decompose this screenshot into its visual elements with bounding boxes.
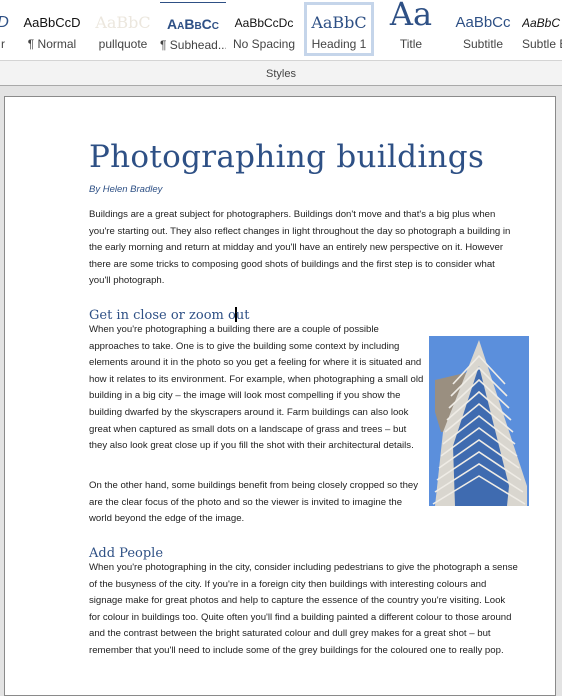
style-tile-normal[interactable]: AaBbCcD ¶ Normal (18, 2, 86, 56)
style-preview: AaBbCc (455, 14, 511, 31)
style-label: ¶ Subhead... (160, 38, 226, 52)
style-label: pullquote (98, 37, 148, 51)
style-tile-subtitle[interactable]: AaBbCc Subtitle (450, 2, 516, 56)
style-preview: AaBbC (95, 13, 151, 32)
document-page[interactable]: Photographing buildings By Helen Bradley… (4, 96, 556, 696)
style-preview: AaBbCcDc (234, 16, 294, 30)
style-tile-no-spacing[interactable]: AaBbCcDc No Spacing (230, 2, 298, 56)
document-title: Photographing buildings (89, 139, 485, 175)
heading-text-part: ut (235, 308, 250, 323)
section2-paragraph-1: When you're photographing in the city, c… (89, 562, 518, 656)
style-label: Subtitle (462, 37, 504, 51)
style-tile-heading-1[interactable]: AaBbC Heading 1 (304, 2, 374, 56)
section1-paragraph-1: When you're photographing a building the… (89, 324, 424, 452)
style-label: Title (399, 37, 423, 51)
styles-group-label: Styles (266, 68, 296, 80)
style-preview: AaBbCc (167, 16, 219, 32)
heading-text-part: Get in close or zoom o (89, 308, 236, 323)
section1-paragraph-2: On the other hand, some buildings benefi… (89, 480, 419, 525)
heading-get-in-close: Get in close or zoom out (89, 307, 249, 323)
style-tile-pullquote[interactable]: AaBbC pullquote (90, 2, 156, 56)
styles-gallery: D r AaBbCcD ¶ Normal AaBbC pullquote AaB… (0, 0, 562, 60)
ribbon-group-footer: Styles (0, 60, 562, 86)
style-label: r (1, 37, 5, 51)
style-label: ¶ Normal (27, 37, 77, 51)
style-tile-partial[interactable]: D r (0, 2, 14, 56)
byline: By Helen Bradley (89, 184, 163, 195)
style-preview: AaBbC (522, 16, 561, 30)
style-tile-title[interactable]: Aa Title (378, 0, 444, 56)
style-preview: Aa (389, 0, 433, 32)
style-tile-subtle-emphasis[interactable]: AaBbC Subtle E (522, 2, 562, 56)
intro-paragraph: Buildings are a great subject for photog… (89, 209, 511, 287)
heading-add-people: Add People (89, 546, 164, 561)
style-preview: D (0, 10, 14, 36)
style-preview: AaBbC (311, 13, 367, 32)
building-photo[interactable] (429, 336, 529, 506)
style-label: Subtle E (522, 37, 562, 51)
style-label: Heading 1 (311, 37, 367, 51)
style-label: No Spacing (232, 37, 296, 51)
style-preview: AaBbCcD (23, 15, 81, 30)
document-canvas: Photographing buildings By Helen Bradley… (0, 86, 562, 696)
style-tile-subhead[interactable]: AaBbCc ¶ Subhead... (160, 2, 226, 56)
